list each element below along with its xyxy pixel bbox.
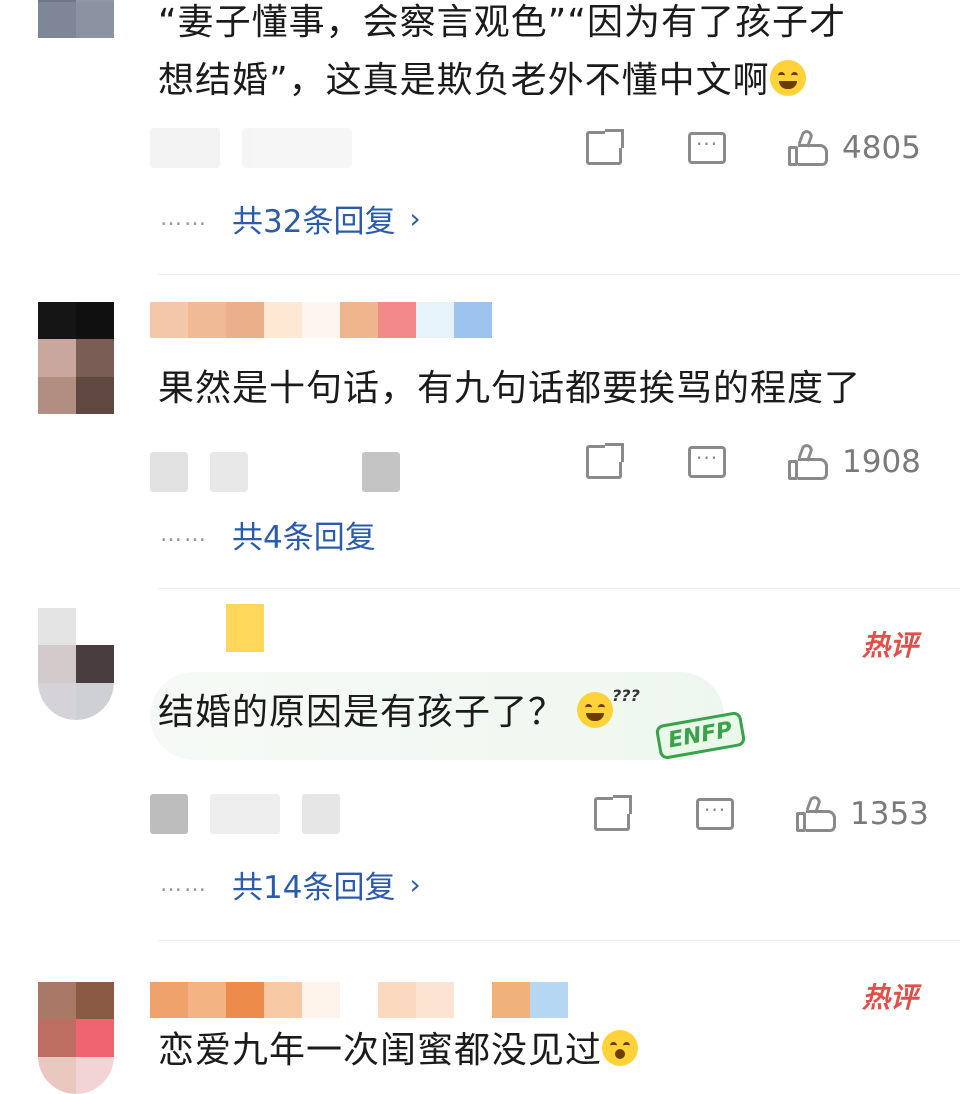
meta-info <box>150 452 400 492</box>
username[interactable] <box>150 302 492 338</box>
confused-emoji-icon <box>602 1030 639 1066</box>
chevron-right-icon: › <box>409 201 421 235</box>
meta-info <box>150 128 352 168</box>
dots: …… <box>160 521 208 547</box>
comment-actions: 4805 <box>586 128 926 168</box>
avatar[interactable] <box>38 608 114 720</box>
comment-icon[interactable] <box>696 798 734 830</box>
like-count: 4805 <box>842 130 921 166</box>
hot-comment-badge: 热评 <box>861 629 918 662</box>
avatar[interactable] <box>38 302 114 414</box>
like-button[interactable]: 4805 <box>788 128 921 166</box>
view-replies-link[interactable]: …… 共32条回复 › <box>160 198 421 240</box>
comment-text-line: 果然是十句话，有九句话都要挨骂的程度了 <box>158 368 862 409</box>
view-replies-link[interactable]: …… 共4条回复 <box>160 514 376 556</box>
like-button[interactable]: 1353 <box>796 794 929 832</box>
divider <box>158 940 960 941</box>
comment-text-line: “妻子懂事，会察言观色”“因为有了孩子才 <box>158 2 846 43</box>
username[interactable] <box>150 982 568 1018</box>
hot-comment-badge: 热评 <box>861 981 918 1014</box>
username[interactable] <box>150 604 264 652</box>
replies-count: 共14条回复 <box>232 869 396 906</box>
comment-text-line: 恋爱九年一次闺蜜都没见过 <box>158 1030 603 1071</box>
comment-text-line: 想结婚”，这真是欺负老外不懂中文啊 <box>158 60 770 101</box>
comment-text: 果然是十句话，有九句话都要挨骂的程度了 <box>158 360 861 418</box>
avatar[interactable] <box>38 0 114 38</box>
sticker-label: ENFP <box>655 710 747 761</box>
comment-icon[interactable] <box>688 446 726 478</box>
share-icon[interactable] <box>586 129 624 165</box>
like-count: 1353 <box>850 796 929 832</box>
comment-text: “妻子懂事，会察言观色”“因为有了孩子才 想结婚”，这真是欺负老外不懂中文啊 <box>158 0 846 110</box>
chevron-right-icon: › <box>409 867 421 901</box>
view-replies-link[interactable]: …… 共14条回复 › <box>160 864 421 906</box>
meta-info <box>150 794 340 834</box>
avatar[interactable] <box>38 982 114 1094</box>
replies-count: 共32条回复 <box>232 203 396 240</box>
like-button[interactable]: 1908 <box>788 442 921 480</box>
question-marks: ??? <box>612 686 640 705</box>
divider <box>158 274 960 275</box>
comment-actions: 1353 <box>594 794 934 834</box>
replies-count: 共4条回复 <box>232 519 376 556</box>
comment-icon[interactable] <box>688 132 726 164</box>
comment-text: 结婚的原因是有孩子了？ <box>158 684 614 742</box>
divider <box>158 588 960 589</box>
dots: …… <box>160 871 208 897</box>
like-count: 1908 <box>842 444 921 480</box>
laughing-emoji-icon <box>769 60 806 96</box>
comment-text-line: 结婚的原因是有孩子了？ <box>158 692 566 733</box>
comment-actions: 1908 <box>586 442 926 482</box>
dots: …… <box>160 205 208 231</box>
thumbs-up-icon <box>788 442 828 480</box>
share-icon[interactable] <box>586 443 624 479</box>
comment-text: 恋爱九年一次闺蜜都没见过 <box>158 1022 639 1080</box>
thumbs-up-icon <box>788 128 828 166</box>
thumbs-up-icon <box>796 794 836 832</box>
share-icon[interactable] <box>594 795 632 831</box>
enfp-sticker: ??? ENFP <box>594 686 747 768</box>
